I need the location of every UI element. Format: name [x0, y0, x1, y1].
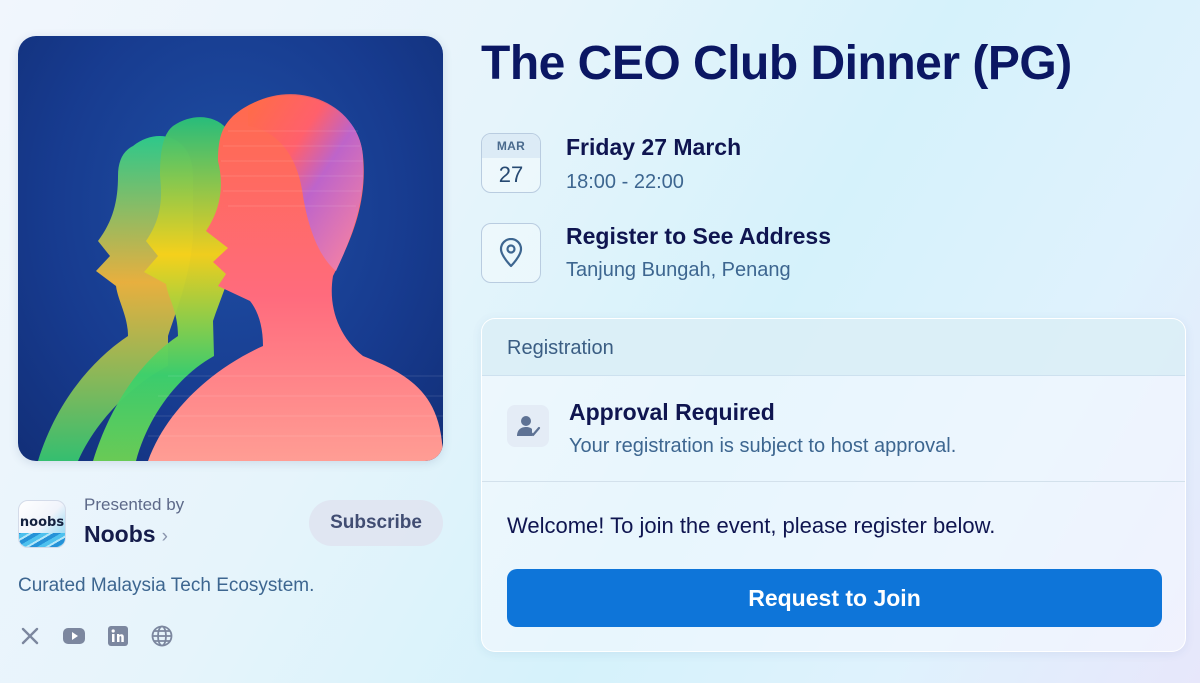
calendar-day: 27 [498, 162, 524, 187]
x-icon[interactable] [18, 624, 42, 648]
linkedin-icon[interactable] [106, 624, 130, 648]
event-cover-image [18, 36, 443, 461]
registration-header: Registration [482, 319, 1185, 376]
globe-icon[interactable] [150, 624, 174, 648]
calendar-month: MAR [482, 134, 540, 158]
registration-divider [482, 481, 1185, 482]
host-description: Curated Malaysia Tech Ecosystem. [18, 575, 315, 596]
location-area: Tanjung Bungah, Penang [566, 259, 791, 281]
user-check-icon [507, 405, 549, 447]
host-name: Noobs [84, 521, 156, 547]
host-social-links [18, 624, 174, 648]
event-title: The CEO Club Dinner (PG) [481, 37, 1072, 90]
approval-subtitle: Your registration is subject to host app… [569, 435, 957, 457]
subscribe-button[interactable]: Subscribe [309, 500, 443, 546]
location-title: Register to See Address [566, 223, 832, 249]
approval-title: Approval Required [569, 399, 775, 425]
youtube-icon[interactable] [62, 624, 86, 648]
event-time: 18:00 - 22:00 [566, 171, 684, 193]
registration-card: Registration Approval Required Your regi… [481, 318, 1186, 652]
welcome-message: Welcome! To join the event, please regis… [507, 513, 996, 538]
host-logo[interactable]: noobs [18, 500, 66, 548]
host-logo-wave [19, 533, 65, 547]
map-pin-icon [481, 223, 541, 283]
cover-art [38, 94, 443, 461]
host-section: noobs Presented by Noobs › Subscribe [18, 495, 443, 555]
presented-by-label: Presented by [84, 495, 185, 514]
chevron-right-icon: › [161, 526, 168, 547]
request-to-join-button[interactable]: Request to Join [507, 569, 1162, 627]
event-date: Friday 27 March [566, 134, 742, 160]
host-name-link[interactable]: Noobs › [84, 521, 168, 548]
host-logo-text: noobs [19, 515, 65, 530]
calendar-badge: MAR 27 [481, 133, 541, 193]
